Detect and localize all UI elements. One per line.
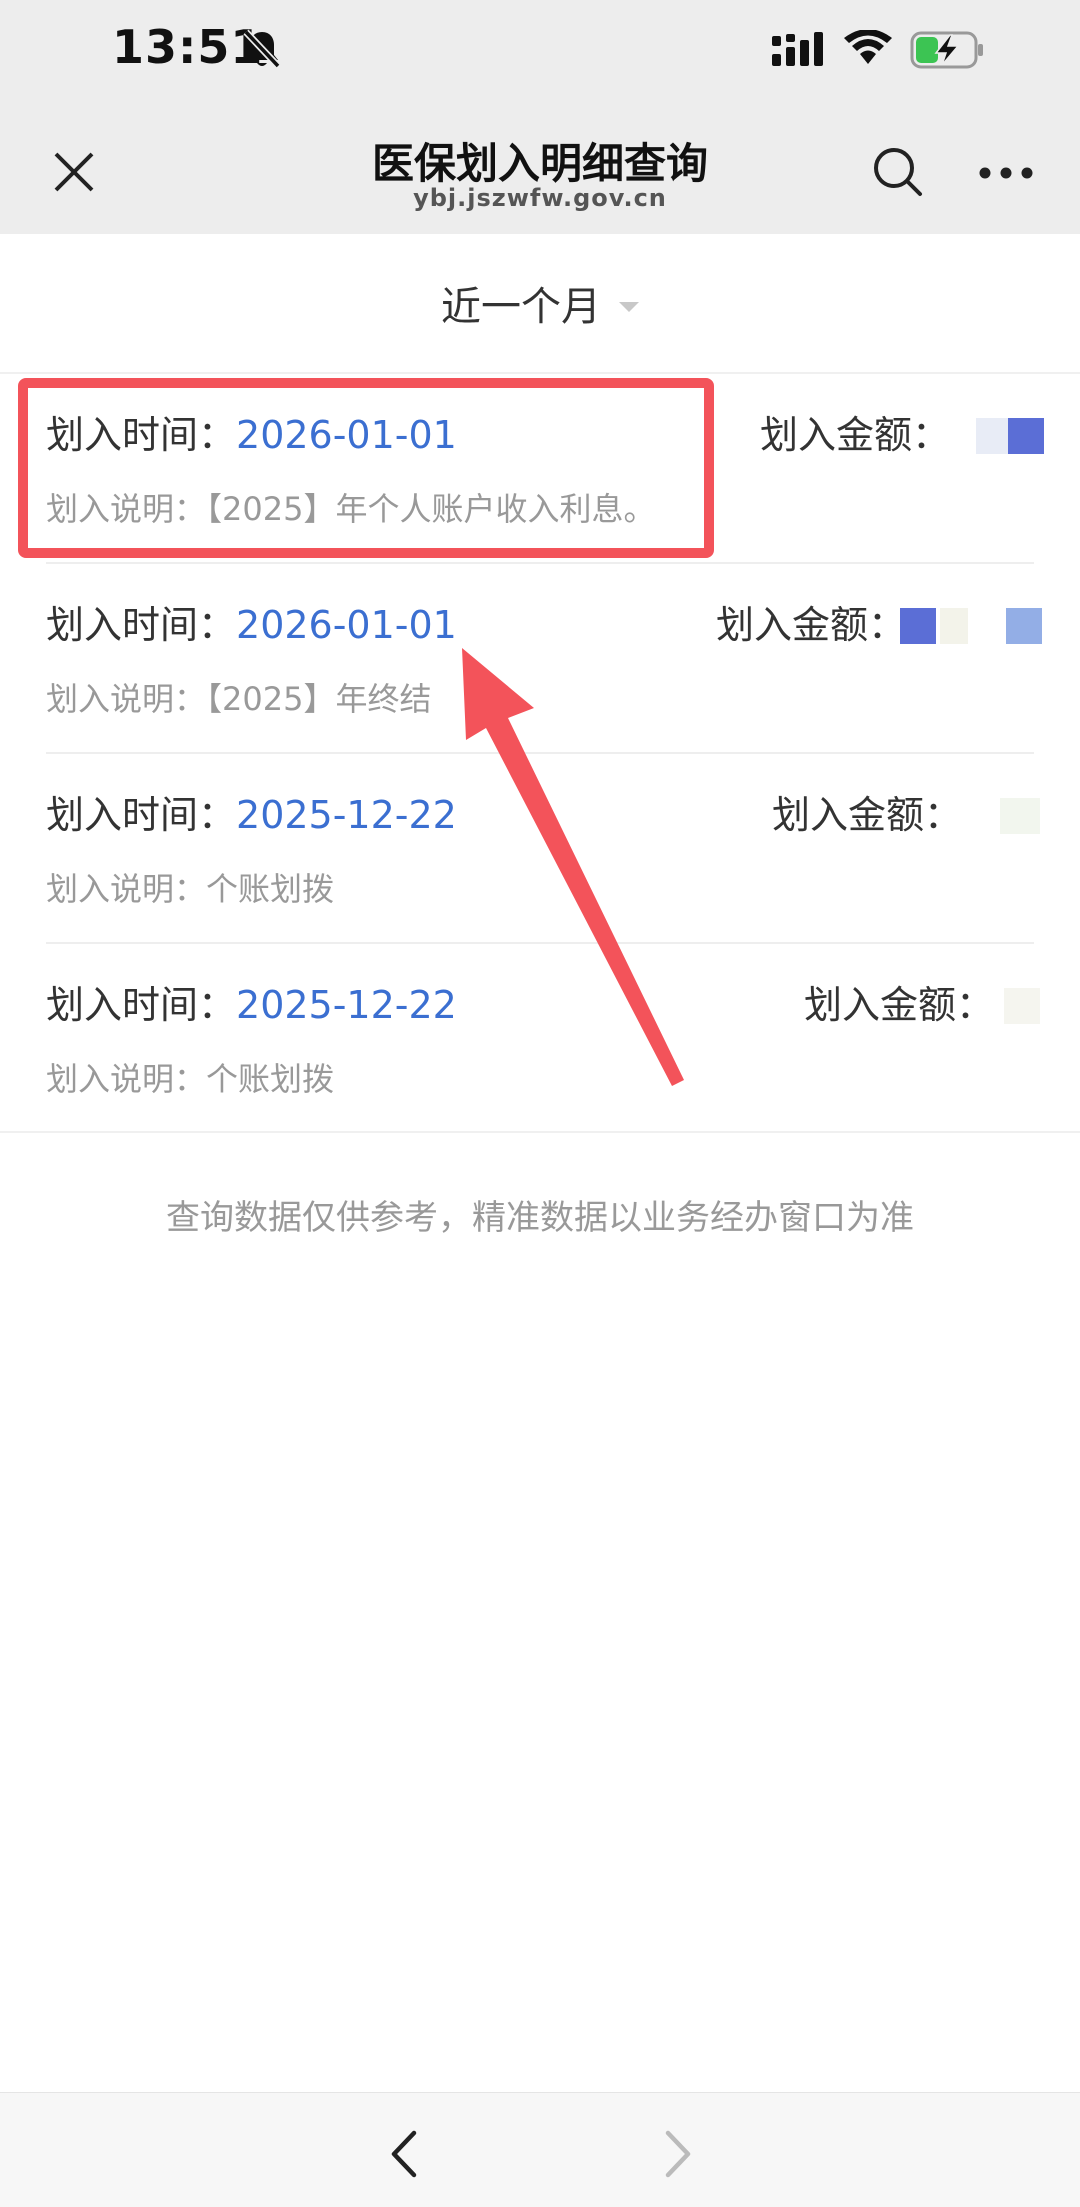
chevron-left-icon[interactable] (386, 2129, 422, 2179)
disclaimer-text: 查询数据仅供参考，精准数据以业务经办窗口为准 (166, 1198, 914, 1238)
annotation-arrow (462, 648, 684, 1086)
browser-bottom-bar (0, 2092, 1080, 2207)
chevron-right-icon[interactable] (660, 2129, 696, 2179)
